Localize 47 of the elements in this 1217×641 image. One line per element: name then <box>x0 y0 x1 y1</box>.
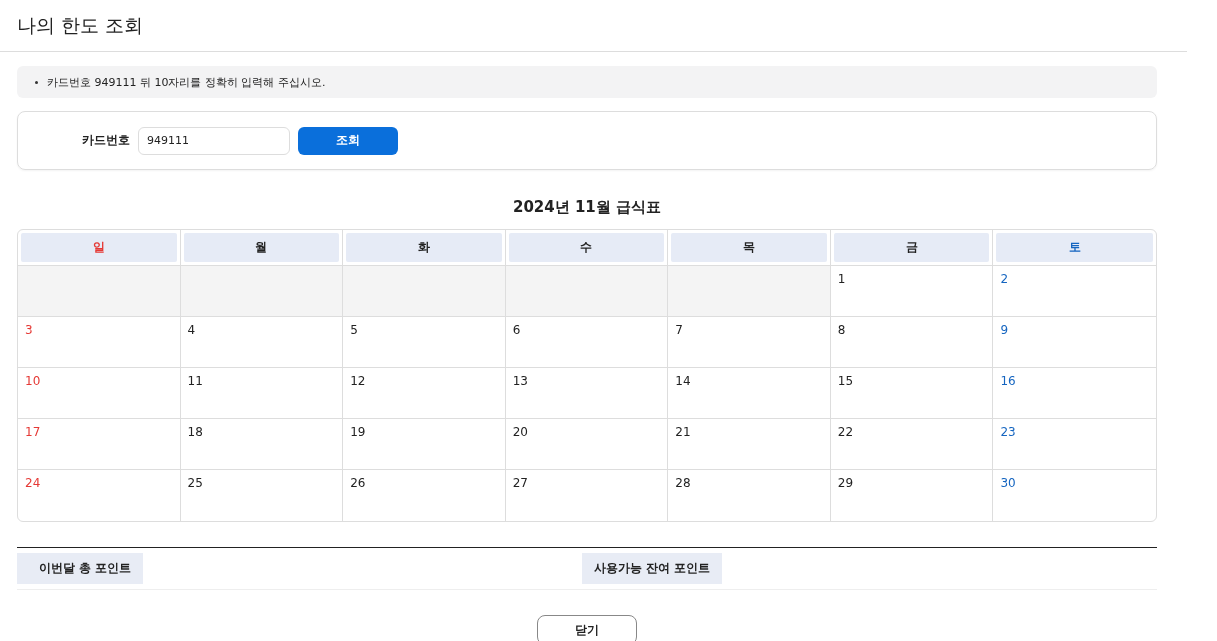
day-number: 5 <box>350 323 358 337</box>
day-number: 18 <box>187 425 203 439</box>
day-number: 3 <box>25 323 33 337</box>
points-label: 사용가능 잔여 포인트 <box>582 553 723 584</box>
day-number: 22 <box>837 425 854 439</box>
day-number: 27 <box>512 476 528 490</box>
day-number: 7 <box>675 323 683 337</box>
calendar-title: 2024년 11월 급식표 <box>512 198 662 216</box>
day-number: 15 <box>837 374 854 388</box>
weekday-header: 일 <box>21 233 177 262</box>
card-number-field[interactable]: 949111 <box>138 126 290 155</box>
notice-text: 카드번호 949111 뒤 10자리를 정확히 입력해 주십시오. <box>47 74 326 90</box>
day-number: 23 <box>1000 425 1016 439</box>
weekday-header: 월 <box>183 233 340 262</box>
day-number: 10 <box>25 374 41 388</box>
weekday-header: 토 <box>996 233 1153 262</box>
day-number: 24 <box>25 476 41 490</box>
points-label: 이번달 총 포인트 <box>17 553 144 584</box>
day-number: 19 <box>350 425 366 439</box>
bullet-icon <box>35 81 38 84</box>
day-number: 9 <box>1000 323 1009 337</box>
day-number: 11 <box>187 374 203 388</box>
day-number: 1 <box>837 272 846 286</box>
card-number-label: 카드번호 <box>82 132 130 149</box>
day-number: 20 <box>512 425 528 439</box>
day-number: 4 <box>187 323 196 337</box>
day-number: 30 <box>1000 476 1016 490</box>
weekday-header: 금 <box>833 233 990 262</box>
day-number: 8 <box>837 323 846 337</box>
day-number: 13 <box>512 374 528 388</box>
close-button[interactable]: 닫기 <box>537 615 637 641</box>
day-number: 17 <box>25 425 41 439</box>
day-number: 29 <box>837 476 854 490</box>
weekday-header: 화 <box>346 233 502 262</box>
day-number: 16 <box>1000 374 1016 388</box>
day-number: 28 <box>675 476 691 490</box>
day-number: 26 <box>350 476 366 490</box>
page-title: 나의 한도 조회 <box>17 12 144 38</box>
day-number: 14 <box>675 374 691 388</box>
day-number: 12 <box>350 374 366 388</box>
day-number: 2 <box>1000 272 1009 286</box>
day-number: 6 <box>512 323 521 337</box>
weekday-header: 목 <box>671 233 827 262</box>
weekday-header: 수 <box>508 233 665 262</box>
day-number: 25 <box>187 476 203 490</box>
search-button[interactable]: 조회 <box>298 126 398 155</box>
day-number: 21 <box>675 425 691 439</box>
